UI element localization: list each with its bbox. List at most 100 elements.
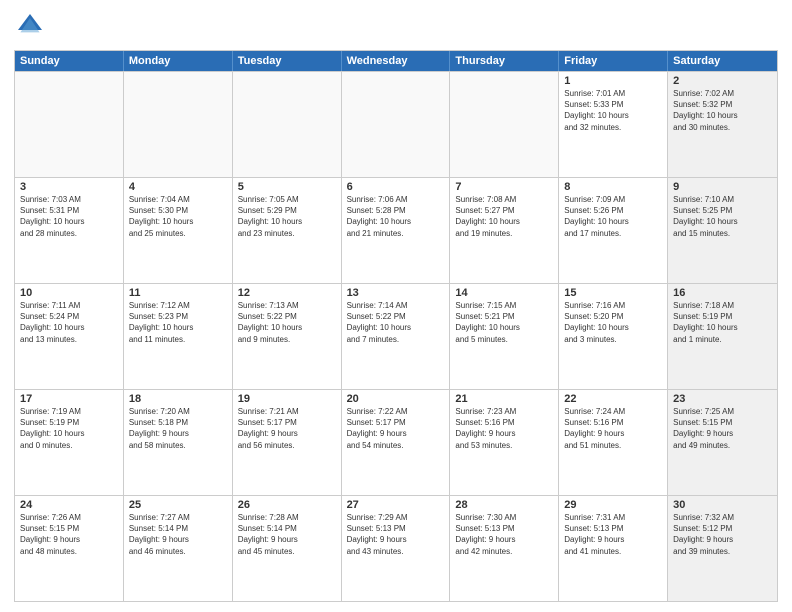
cal-cell: 30Sunrise: 7:32 AM Sunset: 5:12 PM Dayli… [668, 496, 777, 601]
weekday-header-wednesday: Wednesday [342, 51, 451, 71]
cal-cell: 25Sunrise: 7:27 AM Sunset: 5:14 PM Dayli… [124, 496, 233, 601]
cal-cell: 20Sunrise: 7:22 AM Sunset: 5:17 PM Dayli… [342, 390, 451, 495]
day-info: Sunrise: 7:31 AM Sunset: 5:13 PM Dayligh… [564, 512, 662, 557]
cal-cell [124, 72, 233, 177]
day-info: Sunrise: 7:27 AM Sunset: 5:14 PM Dayligh… [129, 512, 227, 557]
day-info: Sunrise: 7:19 AM Sunset: 5:19 PM Dayligh… [20, 406, 118, 451]
day-number: 14 [455, 287, 553, 299]
day-number: 16 [673, 287, 772, 299]
cal-cell: 5Sunrise: 7:05 AM Sunset: 5:29 PM Daylig… [233, 178, 342, 283]
day-number: 5 [238, 181, 336, 193]
cal-cell: 2Sunrise: 7:02 AM Sunset: 5:32 PM Daylig… [668, 72, 777, 177]
cal-cell: 13Sunrise: 7:14 AM Sunset: 5:22 PM Dayli… [342, 284, 451, 389]
day-number: 23 [673, 393, 772, 405]
day-info: Sunrise: 7:32 AM Sunset: 5:12 PM Dayligh… [673, 512, 772, 557]
cal-cell: 24Sunrise: 7:26 AM Sunset: 5:15 PM Dayli… [15, 496, 124, 601]
weekday-header-thursday: Thursday [450, 51, 559, 71]
weekday-header-friday: Friday [559, 51, 668, 71]
day-info: Sunrise: 7:28 AM Sunset: 5:14 PM Dayligh… [238, 512, 336, 557]
weekday-header-tuesday: Tuesday [233, 51, 342, 71]
cal-cell: 3Sunrise: 7:03 AM Sunset: 5:31 PM Daylig… [15, 178, 124, 283]
day-number: 25 [129, 499, 227, 511]
day-number: 11 [129, 287, 227, 299]
calendar-body: 1Sunrise: 7:01 AM Sunset: 5:33 PM Daylig… [15, 71, 777, 601]
day-number: 10 [20, 287, 118, 299]
day-info: Sunrise: 7:09 AM Sunset: 5:26 PM Dayligh… [564, 194, 662, 239]
day-number: 22 [564, 393, 662, 405]
cal-cell: 29Sunrise: 7:31 AM Sunset: 5:13 PM Dayli… [559, 496, 668, 601]
day-number: 13 [347, 287, 445, 299]
day-number: 8 [564, 181, 662, 193]
day-number: 24 [20, 499, 118, 511]
day-number: 21 [455, 393, 553, 405]
day-info: Sunrise: 7:23 AM Sunset: 5:16 PM Dayligh… [455, 406, 553, 451]
day-info: Sunrise: 7:11 AM Sunset: 5:24 PM Dayligh… [20, 300, 118, 345]
day-info: Sunrise: 7:04 AM Sunset: 5:30 PM Dayligh… [129, 194, 227, 239]
day-number: 28 [455, 499, 553, 511]
day-number: 3 [20, 181, 118, 193]
day-info: Sunrise: 7:30 AM Sunset: 5:13 PM Dayligh… [455, 512, 553, 557]
day-number: 17 [20, 393, 118, 405]
weekday-header-saturday: Saturday [668, 51, 777, 71]
day-info: Sunrise: 7:20 AM Sunset: 5:18 PM Dayligh… [129, 406, 227, 451]
cal-cell: 9Sunrise: 7:10 AM Sunset: 5:25 PM Daylig… [668, 178, 777, 283]
day-info: Sunrise: 7:13 AM Sunset: 5:22 PM Dayligh… [238, 300, 336, 345]
cal-cell: 12Sunrise: 7:13 AM Sunset: 5:22 PM Dayli… [233, 284, 342, 389]
cal-cell: 6Sunrise: 7:06 AM Sunset: 5:28 PM Daylig… [342, 178, 451, 283]
day-number: 18 [129, 393, 227, 405]
day-number: 15 [564, 287, 662, 299]
day-info: Sunrise: 7:26 AM Sunset: 5:15 PM Dayligh… [20, 512, 118, 557]
cal-cell: 19Sunrise: 7:21 AM Sunset: 5:17 PM Dayli… [233, 390, 342, 495]
day-info: Sunrise: 7:08 AM Sunset: 5:27 PM Dayligh… [455, 194, 553, 239]
cal-cell: 7Sunrise: 7:08 AM Sunset: 5:27 PM Daylig… [450, 178, 559, 283]
cal-cell [233, 72, 342, 177]
logo-icon [14, 10, 46, 42]
cal-cell: 27Sunrise: 7:29 AM Sunset: 5:13 PM Dayli… [342, 496, 451, 601]
day-number: 27 [347, 499, 445, 511]
cal-cell: 17Sunrise: 7:19 AM Sunset: 5:19 PM Dayli… [15, 390, 124, 495]
calendar-row-1: 3Sunrise: 7:03 AM Sunset: 5:31 PM Daylig… [15, 177, 777, 283]
cal-cell: 8Sunrise: 7:09 AM Sunset: 5:26 PM Daylig… [559, 178, 668, 283]
weekday-header-monday: Monday [124, 51, 233, 71]
day-number: 20 [347, 393, 445, 405]
day-info: Sunrise: 7:21 AM Sunset: 5:17 PM Dayligh… [238, 406, 336, 451]
day-number: 26 [238, 499, 336, 511]
day-info: Sunrise: 7:10 AM Sunset: 5:25 PM Dayligh… [673, 194, 772, 239]
day-number: 2 [673, 75, 772, 87]
day-number: 19 [238, 393, 336, 405]
cal-cell: 21Sunrise: 7:23 AM Sunset: 5:16 PM Dayli… [450, 390, 559, 495]
calendar-row-0: 1Sunrise: 7:01 AM Sunset: 5:33 PM Daylig… [15, 71, 777, 177]
day-info: Sunrise: 7:02 AM Sunset: 5:32 PM Dayligh… [673, 88, 772, 133]
day-number: 29 [564, 499, 662, 511]
cal-cell: 15Sunrise: 7:16 AM Sunset: 5:20 PM Dayli… [559, 284, 668, 389]
calendar-row-2: 10Sunrise: 7:11 AM Sunset: 5:24 PM Dayli… [15, 283, 777, 389]
calendar-row-4: 24Sunrise: 7:26 AM Sunset: 5:15 PM Dayli… [15, 495, 777, 601]
day-info: Sunrise: 7:29 AM Sunset: 5:13 PM Dayligh… [347, 512, 445, 557]
day-info: Sunrise: 7:06 AM Sunset: 5:28 PM Dayligh… [347, 194, 445, 239]
day-number: 7 [455, 181, 553, 193]
day-number: 30 [673, 499, 772, 511]
cal-cell: 22Sunrise: 7:24 AM Sunset: 5:16 PM Dayli… [559, 390, 668, 495]
cal-cell: 14Sunrise: 7:15 AM Sunset: 5:21 PM Dayli… [450, 284, 559, 389]
day-info: Sunrise: 7:24 AM Sunset: 5:16 PM Dayligh… [564, 406, 662, 451]
calendar-row-3: 17Sunrise: 7:19 AM Sunset: 5:19 PM Dayli… [15, 389, 777, 495]
day-info: Sunrise: 7:01 AM Sunset: 5:33 PM Dayligh… [564, 88, 662, 133]
day-info: Sunrise: 7:05 AM Sunset: 5:29 PM Dayligh… [238, 194, 336, 239]
calendar: SundayMondayTuesdayWednesdayThursdayFrid… [14, 50, 778, 602]
day-info: Sunrise: 7:15 AM Sunset: 5:21 PM Dayligh… [455, 300, 553, 345]
cal-cell [15, 72, 124, 177]
day-info: Sunrise: 7:22 AM Sunset: 5:17 PM Dayligh… [347, 406, 445, 451]
day-number: 12 [238, 287, 336, 299]
day-info: Sunrise: 7:12 AM Sunset: 5:23 PM Dayligh… [129, 300, 227, 345]
cal-cell: 16Sunrise: 7:18 AM Sunset: 5:19 PM Dayli… [668, 284, 777, 389]
cal-cell: 11Sunrise: 7:12 AM Sunset: 5:23 PM Dayli… [124, 284, 233, 389]
day-info: Sunrise: 7:16 AM Sunset: 5:20 PM Dayligh… [564, 300, 662, 345]
cal-cell: 26Sunrise: 7:28 AM Sunset: 5:14 PM Dayli… [233, 496, 342, 601]
calendar-header-row: SundayMondayTuesdayWednesdayThursdayFrid… [15, 51, 777, 71]
day-number: 9 [673, 181, 772, 193]
day-number: 4 [129, 181, 227, 193]
cal-cell: 10Sunrise: 7:11 AM Sunset: 5:24 PM Dayli… [15, 284, 124, 389]
day-number: 1 [564, 75, 662, 87]
cal-cell [450, 72, 559, 177]
logo [14, 10, 50, 42]
